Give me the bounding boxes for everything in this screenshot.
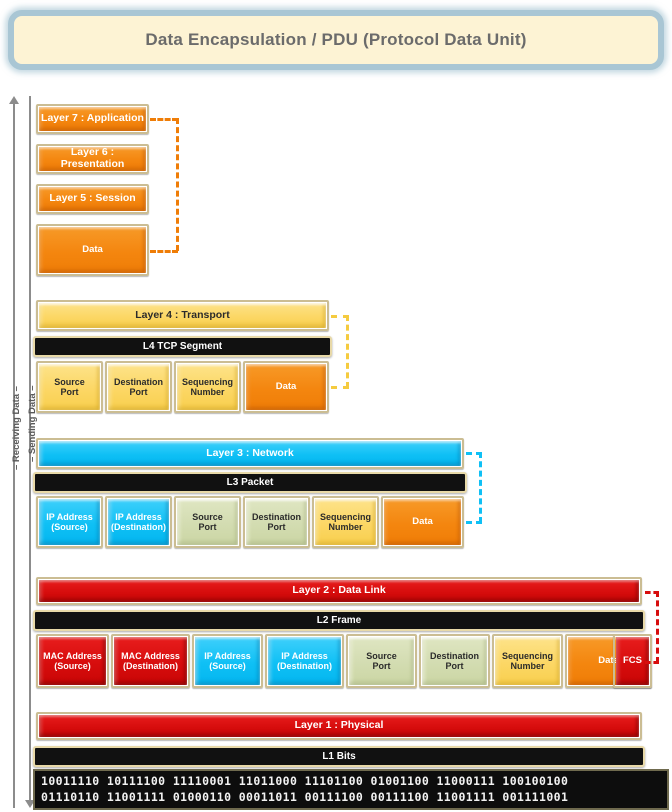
page-title: Data Encapsulation / PDU (Protocol Data … — [145, 30, 527, 49]
l2-field-mac-destination-label: MAC Address (Destination) — [114, 637, 187, 685]
l3-pdu-bar: L3 Packet — [33, 472, 467, 493]
l2-pdu-label: L2 Frame — [316, 615, 362, 626]
layer-4-transport-box[interactable]: Layer 4 : Transport — [36, 300, 329, 331]
l3-field-ip-source-label: IP Address (Source) — [39, 499, 100, 545]
layer-5-label: Layer 5 : Session — [39, 187, 146, 211]
upper-data-label: Data — [39, 227, 146, 273]
l2-field-source-port-label: Source Port — [349, 637, 414, 685]
l4-field-source-port[interactable]: Source Port — [36, 361, 103, 413]
l4-field-destination-port[interactable]: Destination Port — [105, 361, 172, 413]
l7-connector-bottom — [150, 250, 178, 253]
layer-7-application-box[interactable]: Layer 7 : Application — [36, 104, 149, 134]
layer-5-session-box[interactable]: Layer 5 : Session — [36, 184, 149, 214]
l2-field-ip-destination[interactable]: IP Address (Destination) — [265, 634, 344, 688]
l2-field-destination-port[interactable]: Destination Port — [419, 634, 490, 688]
l4-connector-side — [346, 315, 349, 388]
receiving-data-label: – Receiving Data – — [11, 386, 22, 470]
layer-6-presentation-box[interactable]: Layer 6 : Presentation — [36, 144, 149, 174]
l4-field-sequencing-number-label: Sequencing Number — [177, 364, 238, 410]
l3-field-ip-destination-label: IP Address (Destination) — [108, 499, 169, 545]
l2-field-mac-source[interactable]: MAC Address (Source) — [36, 634, 109, 688]
layer-7-label: Layer 7 : Application — [39, 107, 146, 131]
l3-field-source-port[interactable]: Source Port — [174, 496, 241, 548]
l2-field-ip-source[interactable]: IP Address (Source) — [192, 634, 263, 688]
l4-field-destination-port-label: Destination Port — [108, 364, 169, 410]
layer-4-label: Layer 4 : Transport — [39, 303, 326, 328]
l2-field-ip-destination-label: IP Address (Destination) — [268, 637, 341, 685]
layer-2-label: Layer 2 : Data Link — [39, 580, 639, 602]
l2-field-ip-source-label: IP Address (Source) — [195, 637, 260, 685]
l3-field-ip-source[interactable]: IP Address (Source) — [36, 496, 103, 548]
l7-connector-top — [150, 118, 178, 121]
l2-field-mac-source-label: MAC Address (Source) — [39, 637, 106, 685]
l2-field-source-port[interactable]: Source Port — [346, 634, 417, 688]
l3-connector-bottom — [466, 521, 482, 524]
l2-field-destination-port-label: Destination Port — [422, 637, 487, 685]
l2-pdu-bar: L2 Frame — [33, 610, 645, 631]
l7-connector-side — [176, 118, 179, 251]
l3-field-destination-port-label: Destination Port — [246, 499, 307, 545]
l1-pdu-label: L1 Bits — [322, 751, 356, 762]
l3-field-ip-destination[interactable]: IP Address (Destination) — [105, 496, 172, 548]
l3-field-sequencing-number[interactable]: Sequencing Number — [312, 496, 379, 548]
layer-3-label: Layer 3 : Network — [39, 441, 461, 466]
l1-bits-row-1: 10011110 10111100 11110001 11011000 1110… — [41, 773, 569, 788]
l1-pdu-bar: L1 Bits — [33, 746, 645, 767]
l3-field-sequencing-number-label: Sequencing Number — [315, 499, 376, 545]
upper-data-box[interactable]: Data — [36, 224, 149, 276]
layer-1-physical-box[interactable]: Layer 1 : Physical — [36, 712, 642, 740]
l3-connector-side — [479, 452, 482, 523]
l3-field-data[interactable]: Data — [381, 496, 464, 548]
l3-field-source-port-label: Source Port — [177, 499, 238, 545]
l4-field-source-port-label: Source Port — [39, 364, 100, 410]
layer-2-datalink-box[interactable]: Layer 2 : Data Link — [36, 577, 642, 605]
page-title-bar: Data Encapsulation / PDU (Protocol Data … — [8, 10, 664, 70]
l1-bits-panel: 10011110 10111100 11110001 11011000 1110… — [33, 769, 669, 810]
receiving-arrow-head — [9, 96, 19, 104]
l1-bits-row-2: 01110110 11001111 01000110 00011011 0011… — [41, 789, 569, 804]
l4-field-data[interactable]: Data — [243, 361, 329, 413]
l2-field-sequencing-number[interactable]: Sequencing Number — [492, 634, 563, 688]
l2-field-mac-destination[interactable]: MAC Address (Destination) — [111, 634, 190, 688]
l4-pdu-bar: L4 TCP Segment — [33, 336, 332, 357]
l2-connector-bottom — [645, 661, 659, 664]
l3-field-data-label: Data — [384, 499, 461, 545]
l2-connector-side — [656, 591, 659, 663]
l4-field-sequencing-number[interactable]: Sequencing Number — [174, 361, 241, 413]
layer-3-network-box[interactable]: Layer 3 : Network — [36, 438, 464, 469]
layer-1-label: Layer 1 : Physical — [39, 715, 639, 737]
l4-connector-bottom — [331, 386, 349, 389]
l3-pdu-label: L3 Packet — [226, 477, 274, 488]
layer-6-label: Layer 6 : Presentation — [39, 146, 146, 171]
l2-field-sequencing-number-label: Sequencing Number — [495, 637, 560, 685]
l4-pdu-label: L4 TCP Segment — [142, 341, 223, 352]
l4-field-data-label: Data — [246, 364, 326, 410]
l3-field-destination-port[interactable]: Destination Port — [243, 496, 310, 548]
